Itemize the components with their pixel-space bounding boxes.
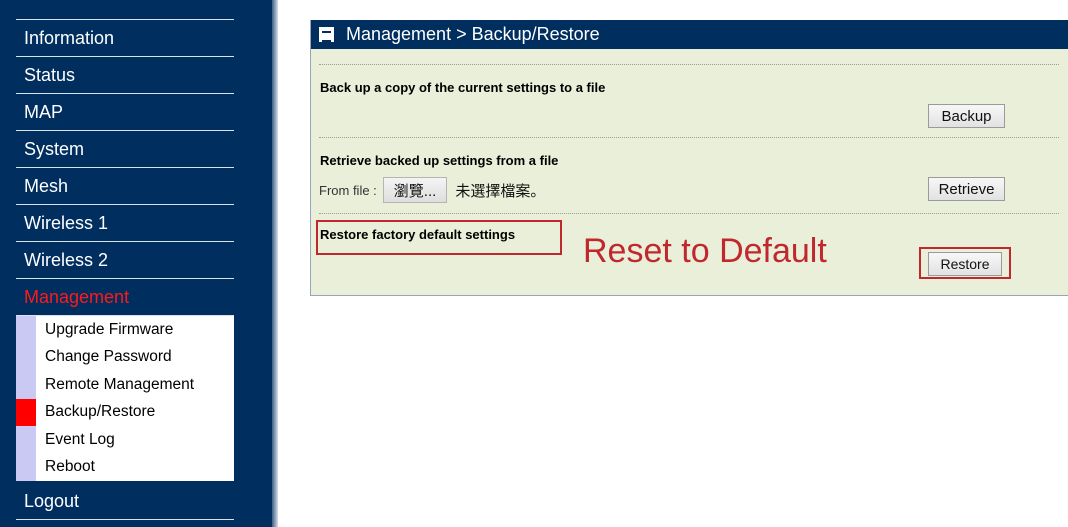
sidebar-nav: Information Status MAP System Mesh Wirel… xyxy=(16,20,234,520)
submenu-marker xyxy=(16,426,36,454)
sidebar-shadow xyxy=(272,0,278,527)
submenu-marker xyxy=(16,343,36,371)
file-chooser-row: From file : 瀏覽... 未選擇檔案。 xyxy=(319,177,545,203)
submenu-item-label: Backup/Restore xyxy=(45,403,156,421)
backup-section-title: Back up a copy of the current settings t… xyxy=(320,80,606,95)
submenu-item-event-log[interactable]: Event Log xyxy=(16,426,234,454)
submenu-item-upgrade-firmware[interactable]: Upgrade Firmware xyxy=(16,316,234,344)
app-root: Information Status MAP System Mesh Wirel… xyxy=(0,0,1068,527)
sidebar-item-wireless-1[interactable]: Wireless 1 xyxy=(16,205,234,242)
section-divider xyxy=(319,213,1059,214)
from-file-label: From file : xyxy=(319,182,377,198)
sidebar-item-map[interactable]: MAP xyxy=(16,94,234,131)
submenu-marker xyxy=(16,316,36,344)
sidebar-item-wireless-2[interactable]: Wireless 2 xyxy=(16,242,234,279)
sidebar-item-system[interactable]: System xyxy=(16,131,234,168)
sidebar-item-information[interactable]: Information xyxy=(16,20,234,57)
sidebar-item-management[interactable]: Management xyxy=(16,279,234,316)
submenu-item-label: Upgrade Firmware xyxy=(45,320,174,338)
submenu-item-change-password[interactable]: Change Password xyxy=(16,343,234,371)
restore-button-highlight xyxy=(919,247,1011,279)
submenu-item-label: Change Password xyxy=(45,348,172,366)
backup-button[interactable]: Backup xyxy=(928,104,1005,128)
submenu-marker xyxy=(16,453,36,481)
sidebar-item-mesh[interactable]: Mesh xyxy=(16,168,234,205)
retrieve-button[interactable]: Retrieve xyxy=(928,177,1005,201)
sidebar-item-logout[interactable]: Logout xyxy=(16,483,234,520)
page-title: Management > Backup/Restore xyxy=(346,24,600,44)
submenu-marker xyxy=(16,371,36,399)
sidebar-item-status[interactable]: Status xyxy=(16,57,234,94)
browse-file-button[interactable]: 瀏覽... xyxy=(382,177,448,203)
submenu-item-label: Event Log xyxy=(45,430,115,448)
submenu-item-remote-management[interactable]: Remote Management xyxy=(16,371,234,399)
selected-file-status: 未選擇檔案。 xyxy=(455,182,546,200)
submenu-item-backup-restore[interactable]: Backup/Restore xyxy=(16,398,234,426)
panel-icon xyxy=(319,27,334,42)
section-divider xyxy=(319,137,1059,138)
management-submenu: Upgrade Firmware Change Password Remote … xyxy=(16,316,234,481)
submenu-marker-active xyxy=(16,398,36,426)
reset-annotation: Reset to Default xyxy=(583,232,827,270)
panel-header: Management > Backup/Restore xyxy=(311,20,1068,49)
submenu-item-reboot[interactable]: Reboot xyxy=(16,453,234,481)
submenu-item-label: Remote Management xyxy=(45,375,195,393)
restore-title-highlight xyxy=(316,220,562,255)
submenu-item-label: Reboot xyxy=(45,458,95,476)
retrieve-section-title: Retrieve backed up settings from a file xyxy=(320,153,559,168)
section-divider xyxy=(319,64,1059,65)
